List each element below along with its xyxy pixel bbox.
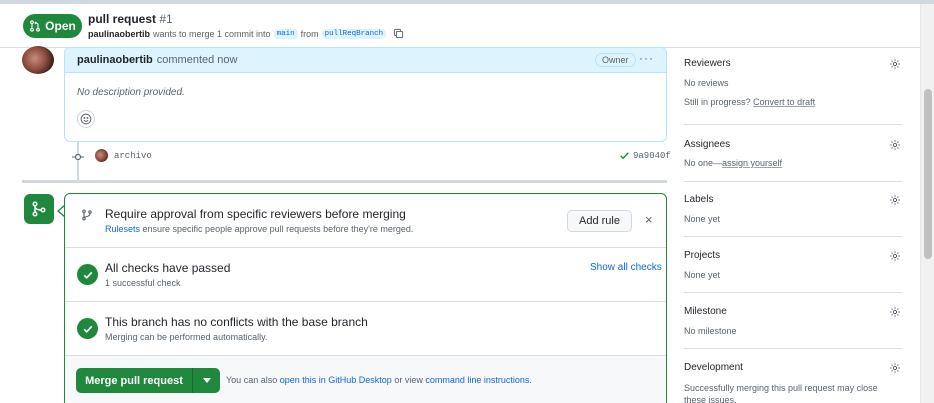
conflicts-title: This branch has no conflicts with the ba… [105,315,368,329]
merge-hint: You can also open this in GitHub Desktop… [226,375,532,385]
git-branch-icon [82,209,92,221]
gear-icon[interactable] [889,362,901,374]
sidebar-labels: Labels None yet [684,194,902,237]
show-all-checks-link[interactable]: Show all checks [590,262,662,273]
gear-icon[interactable] [889,58,901,70]
merge-button-label[interactable]: Merge pull request [76,375,192,387]
check-icon[interactable] [619,150,630,161]
merge-status-icon [24,194,54,224]
command-line-instructions-link[interactable]: command line instructions [425,375,529,385]
rulesets-link[interactable]: Rulesets [105,224,140,234]
convert-to-draft-link[interactable]: Convert to draft [753,97,815,107]
sidebar-development: Development Successfully merging this pu… [684,362,902,403]
git-merge-icon [32,201,46,217]
merge-hint-mid: or view [394,375,423,385]
rulesets-prompt: Require approval from specific reviewers… [65,194,666,248]
assignees-value-text: No one— [684,158,723,168]
sidebar-assignees: Assignees No one—assign yourself [684,139,902,182]
state-label: Open [45,19,76,33]
no-conflicts-icon [77,318,98,339]
sidebar-milestone: Milestone No milestone [684,306,902,349]
rulesets-description-text: ensure specific people approve pull requ… [142,224,414,234]
conflicts-section: This branch has no conflicts with the ba… [65,302,666,356]
merge-method-dropdown[interactable] [193,378,220,383]
check-icon [83,271,92,279]
checks-section: All checks have passed 1 successful chec… [65,248,666,302]
merge-text: wants to merge 1 commit into [153,28,271,39]
page-scrollbar[interactable] [920,4,934,403]
development-heading[interactable]: Development [684,362,743,373]
comment-author-avatar[interactable] [22,46,54,74]
comment-menu-button[interactable]: ··· [639,51,654,65]
state-badge: Open [23,14,82,38]
conflicts-subtitle: Merging can be performed automatically. [105,332,268,342]
comment-author[interactable]: paulinaobertib [77,54,153,66]
pr-title-text: pull request [88,12,157,26]
check-icon [83,325,92,333]
comment-header: paulinaobertib commented now Owner ··· [65,48,666,73]
reviewers-heading[interactable]: Reviewers [684,58,731,69]
pr-description-comment: paulinaobertib commented now Owner ··· N… [64,47,667,142]
development-description: Successfully merging this pull request m… [684,383,878,403]
head-branch[interactable]: pullReqBranch [321,28,387,39]
owner-badge: Owner [595,53,636,67]
commit-sha[interactable]: 9a9040f [633,151,671,161]
from-text: from [300,28,319,39]
pr-title: pull request #1 [88,12,173,26]
projects-value: None yet [684,270,721,280]
comment-body: No description provided. [77,87,185,98]
close-icon[interactable]: × [645,212,653,227]
checks-passed-icon [77,264,98,285]
assignees-value: No one—assign yourself [684,158,782,168]
add-rule-button[interactable]: Add rule [567,210,632,232]
comment-timestamp[interactable]: commented now [157,54,238,66]
assignees-heading[interactable]: Assignees [684,139,730,150]
checks-title: All checks have passed [105,261,231,275]
gear-icon[interactable] [889,250,901,262]
merge-pull-request-button[interactable]: Merge pull request [76,368,220,393]
reviewers-value: No reviews [684,78,729,88]
milestone-heading[interactable]: Milestone [684,306,727,317]
gear-icon[interactable] [889,306,901,318]
github-desktop-link[interactable]: open this in GitHub Desktop [280,375,392,385]
merge-hint-suffix: . [529,375,532,385]
merge-box: Require approval from specific reviewers… [64,193,667,403]
git-pull-request-icon [30,20,41,32]
sidebar-projects: Projects None yet [684,250,902,293]
gear-icon[interactable] [889,139,901,151]
pr-subtitle: paulinaobertib wants to merge 1 commit i… [88,28,404,39]
scrollbar-thumb[interactable] [924,89,932,259]
git-commit-icon [72,153,84,161]
assign-yourself-link[interactable]: assign yourself [722,158,782,168]
projects-heading[interactable]: Projects [684,250,720,261]
merge-hint-prefix: You can also [226,375,278,385]
commit-author-avatar[interactable] [95,149,108,162]
copy-icon[interactable] [393,28,404,39]
draft-prompt: Still in progress? Convert to draft [684,97,815,107]
commit-message[interactable]: archivo [114,151,152,161]
labels-value: None yet [684,214,721,224]
rulesets-description: Rulesets ensure specific people approve … [105,224,413,234]
checks-subtitle: 1 successful check [105,278,181,288]
sticky-pr-header: Open pull request #1 paulinaobertib want… [0,4,920,48]
milestone-value: No milestone [684,326,737,336]
merge-action-section: Merge pull request You can also open thi… [65,356,666,403]
add-reaction-button[interactable] [77,110,95,128]
sidebar-reviewers: Reviewers No reviews Still in progress? … [684,58,902,125]
rulesets-title: Require approval from specific reviewers… [105,207,406,221]
pr-author-link[interactable]: paulinaobertib [88,29,150,39]
draft-prompt-text: Still in progress? [684,97,751,107]
triangle-down-icon [202,378,211,383]
base-branch[interactable]: main [273,28,298,39]
smiley-icon [80,113,92,125]
timeline-break [22,180,667,183]
labels-heading[interactable]: Labels [684,194,713,205]
pr-number: #1 [159,12,173,26]
gear-icon[interactable] [889,194,901,206]
